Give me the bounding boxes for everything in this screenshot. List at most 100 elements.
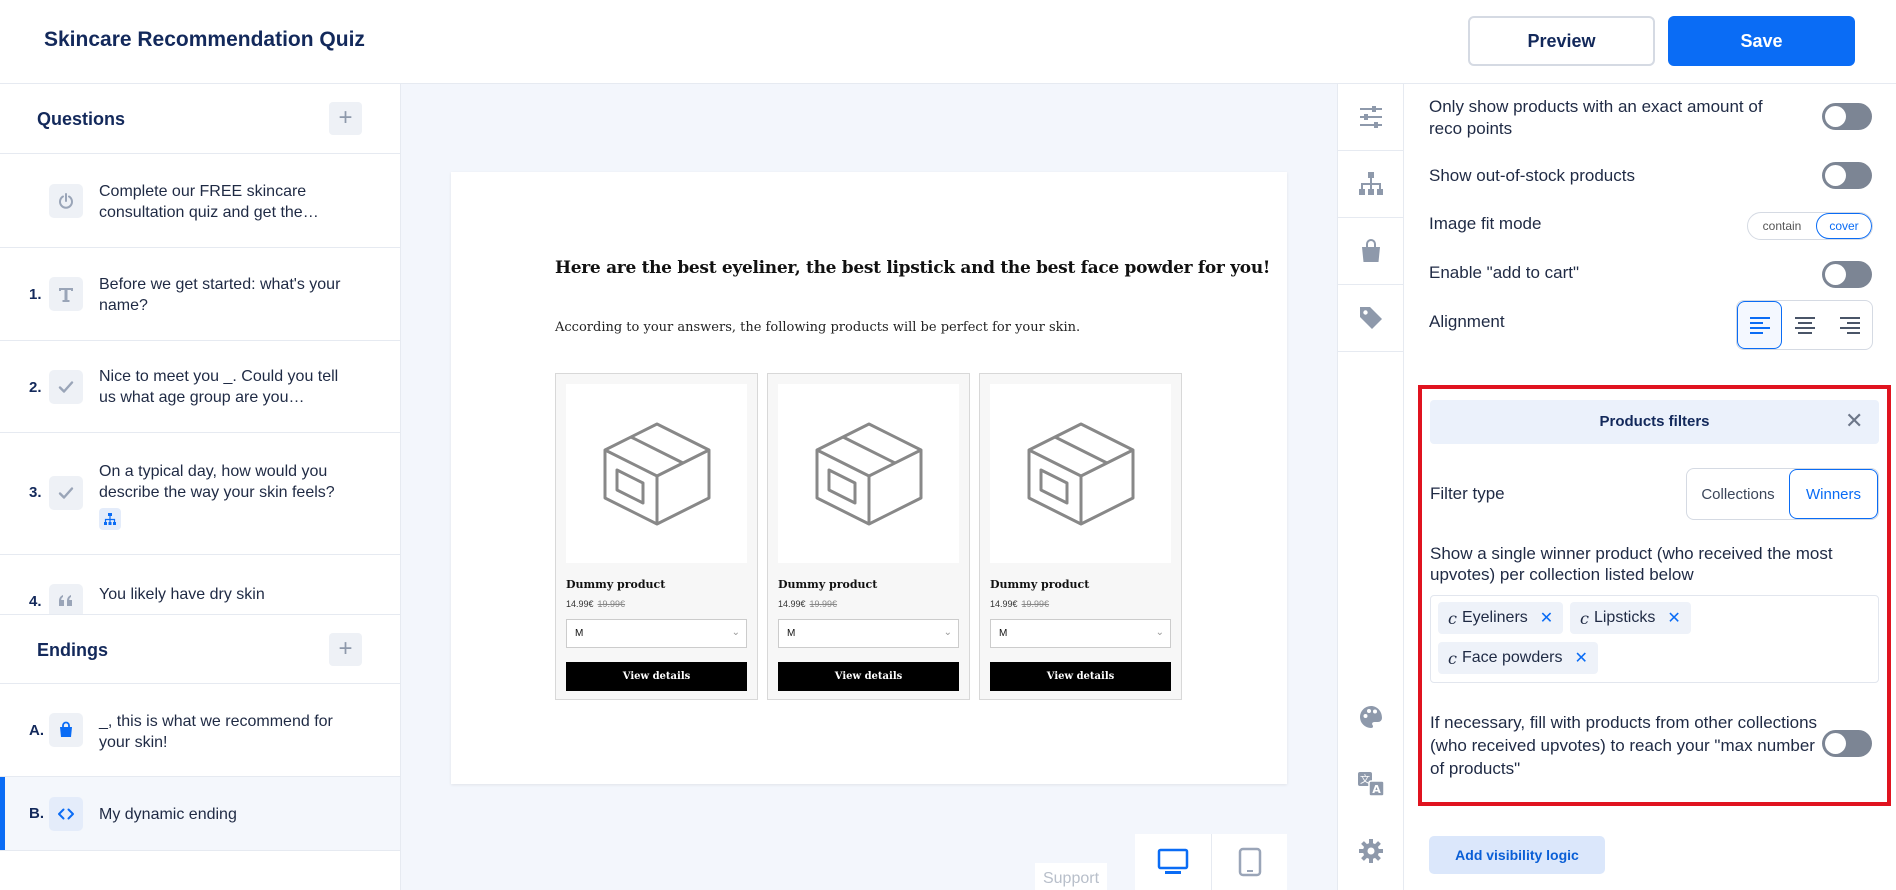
chevron-down-icon: ⌄ — [1155, 627, 1164, 638]
collection-name: Eyeliners — [1461, 609, 1528, 626]
desktop-view-button[interactable] — [1135, 834, 1211, 890]
tag-icon — [1360, 307, 1382, 329]
collection-icon: c — [1448, 608, 1457, 628]
size-select[interactable]: M ⌄ — [566, 619, 747, 648]
filter-type-label: Filter type — [1430, 484, 1505, 503]
intro-text: Complete our FREE skincare consultation … — [99, 183, 319, 221]
ending-item[interactable]: A. _, this is what we recommend for your… — [0, 684, 400, 777]
add-question-button[interactable]: + — [329, 102, 362, 135]
branching-icon — [99, 508, 121, 530]
remove-tag-icon[interactable]: ✕ — [1540, 608, 1553, 628]
collection-tag: c Face powders ✕ — [1438, 642, 1598, 674]
active-indicator — [0, 777, 5, 850]
image-fit-contain[interactable]: contain — [1748, 213, 1816, 239]
question-item[interactable]: 1. Before we get started: what's your na… — [0, 248, 400, 341]
add-ending-button[interactable]: + — [329, 633, 362, 666]
fill-products-toggle[interactable] — [1822, 730, 1872, 757]
tablet-view-button[interactable] — [1211, 834, 1287, 890]
question-text: Nice to meet you _. Could you tell us wh… — [99, 368, 339, 406]
out-of-stock-toggle[interactable] — [1822, 162, 1872, 189]
chevron-down-icon: ⌄ — [731, 627, 740, 638]
size-value: M — [787, 628, 796, 639]
question-number: 4. — [29, 593, 42, 610]
filter-type-collections[interactable]: Collections — [1687, 469, 1789, 519]
product-price: 14.99€ 19.99€ — [990, 599, 1049, 609]
rail-translations[interactable]: 文A — [1338, 750, 1404, 817]
question-item[interactable]: 2. Nice to meet you _. Could you tell us… — [0, 341, 400, 433]
question-text: You likely have dry skin — [99, 586, 265, 603]
add-visibility-logic-button[interactable]: Add visibility logic — [1429, 836, 1605, 874]
add-to-cart-label: Enable "add to cart" — [1429, 263, 1580, 282]
power-icon — [49, 184, 83, 218]
product-price: 14.99€ 19.99€ — [566, 599, 625, 609]
question-text: Before we get started: what's your name? — [99, 276, 341, 314]
desktop-icon — [1157, 848, 1189, 874]
box-icon — [990, 384, 1171, 563]
shopping-bag-icon — [49, 713, 83, 747]
endings-label: Endings — [37, 640, 108, 660]
collection-name: Lipsticks — [1593, 609, 1656, 626]
rail-settings-sliders[interactable] — [1338, 84, 1404, 151]
toggle-knob — [1825, 733, 1846, 754]
exact-points-toggle[interactable] — [1822, 103, 1872, 130]
device-switcher — [1135, 834, 1287, 890]
gear-icon — [1359, 838, 1383, 863]
size-select[interactable]: M ⌄ — [990, 619, 1171, 648]
preview-canvas: Here are the best eyeliner, the best lip… — [401, 84, 1337, 890]
out-of-stock-label: Show out-of-stock products — [1429, 166, 1635, 185]
question-number: 2. — [29, 379, 42, 396]
support-button[interactable]: Support — [1035, 863, 1107, 890]
current-price: 14.99€ — [990, 599, 1018, 609]
remove-tag-icon[interactable]: ✕ — [1574, 648, 1587, 668]
product-card: Dummy product 14.99€ 19.99€ M ⌄ View detai… — [767, 373, 970, 700]
collection-icon: c — [1580, 608, 1589, 628]
align-center-button[interactable] — [1782, 301, 1827, 349]
view-details-button[interactable]: View details — [778, 662, 959, 691]
box-icon — [778, 384, 959, 563]
rail-logic[interactable] — [1338, 151, 1404, 218]
product-card: Dummy product 14.99€ 19.99€ M ⌄ View detai… — [555, 373, 758, 700]
filter-type-selector: Collections Winners — [1686, 468, 1879, 520]
ending-letter: B. — [29, 805, 44, 822]
save-button[interactable]: Save — [1668, 16, 1855, 66]
align-right-icon — [1839, 317, 1860, 334]
view-details-button[interactable]: View details — [990, 662, 1171, 691]
product-name: Dummy product — [566, 578, 666, 591]
palette-icon — [1360, 705, 1382, 728]
sitemap-icon — [1359, 172, 1383, 195]
size-value: M — [575, 628, 584, 639]
rail-products[interactable] — [1338, 218, 1404, 285]
rail-theme[interactable] — [1338, 683, 1404, 750]
products-filters-title: Products filters — [1599, 413, 1710, 430]
align-left-icon — [1749, 317, 1770, 334]
collection-name: Face powders — [1461, 649, 1563, 666]
box-icon — [566, 384, 747, 563]
ending-letter: A. — [29, 722, 44, 739]
intro-item[interactable]: Complete our FREE skincare consultation … — [0, 154, 400, 248]
filter-type-winners[interactable]: Winners — [1789, 469, 1878, 519]
rail-settings[interactable] — [1338, 817, 1404, 884]
collections-input[interactable]: c Eyeliners ✕ c Lipsticks ✕ c Face powders ✕ — [1430, 595, 1879, 683]
endings-header: Endings + — [0, 614, 400, 684]
preview-button[interactable]: Preview — [1468, 16, 1655, 66]
ending-text: My dynamic ending — [99, 806, 237, 823]
product-card: Dummy product 14.99€ 19.99€ M ⌄ View detai… — [979, 373, 1182, 700]
view-details-button[interactable]: View details — [566, 662, 747, 691]
question-item[interactable]: 3. On a typical day, how would you descr… — [0, 433, 400, 555]
rail-tags[interactable] — [1338, 285, 1404, 352]
product-name: Dummy product — [990, 578, 1090, 591]
question-number: 1. — [29, 286, 42, 303]
align-left-button[interactable] — [1737, 301, 1782, 349]
align-right-button[interactable] — [1827, 301, 1872, 349]
image-fit-cover[interactable]: cover — [1816, 213, 1872, 239]
image-fit-label: Image fit mode — [1429, 214, 1542, 233]
align-center-icon — [1794, 317, 1815, 334]
close-icon[interactable]: ✕ — [1845, 410, 1863, 432]
size-select[interactable]: M ⌄ — [778, 619, 959, 648]
add-to-cart-toggle[interactable] — [1822, 261, 1872, 288]
ending-item-active[interactable]: B. My dynamic ending — [0, 777, 400, 851]
toggle-knob — [1825, 264, 1846, 285]
exact-points-label: Only show products with an exact amount … — [1429, 97, 1763, 138]
top-header: Skincare Recommendation Quiz Preview Sav… — [0, 0, 1896, 84]
remove-tag-icon[interactable]: ✕ — [1667, 608, 1680, 628]
